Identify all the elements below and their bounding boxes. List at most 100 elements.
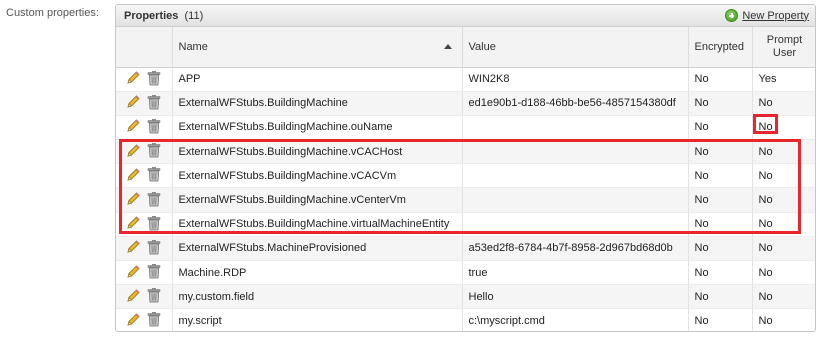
cell-encrypted: No: [688, 212, 753, 237]
table-row: my.script c:\myscript.cmd No No: [116, 308, 815, 331]
row-actions: [116, 284, 173, 310]
row-actions: [116, 139, 173, 165]
cell-name: ExternalWFStubs.BuildingMachine: [172, 91, 463, 116]
cell-encrypted: No: [688, 115, 753, 141]
trash-icon[interactable]: [147, 118, 161, 137]
panel-title: Properties (11): [124, 10, 203, 22]
cell-prompt-user: No: [752, 260, 815, 286]
cell-prompt-user: No: [752, 284, 815, 310]
pencil-icon[interactable]: [126, 118, 141, 136]
cell-value: [462, 139, 689, 165]
row-actions: [116, 308, 173, 331]
cell-prompt-user: Yes: [752, 67, 815, 92]
cell-name: my.script: [172, 308, 463, 331]
row-actions: [116, 115, 173, 141]
properties-panel: Properties (11) New Property Name Value: [115, 4, 816, 332]
cell-prompt-user: No: [752, 139, 815, 165]
custom-properties-label: Custom properties:: [6, 7, 99, 19]
cell-prompt-user: No: [752, 91, 815, 116]
trash-icon[interactable]: [147, 94, 161, 113]
panel-title-text: Properties: [124, 10, 179, 22]
cell-name: ExternalWFStubs.BuildingMachine.vCACVm: [172, 163, 463, 189]
row-actions: [116, 187, 173, 213]
pencil-icon[interactable]: [126, 288, 141, 306]
table-row: Machine.RDP true No No: [116, 260, 815, 286]
row-actions: [116, 91, 173, 116]
cell-prompt-user: No: [752, 115, 815, 141]
trash-icon[interactable]: [147, 287, 161, 306]
cell-encrypted: No: [688, 236, 753, 262]
column-header-encrypted[interactable]: Encrypted: [688, 27, 753, 68]
column-header-name-label: Name: [178, 40, 208, 53]
cell-prompt-user: No: [752, 212, 815, 237]
cell-encrypted: No: [688, 284, 753, 310]
row-actions: [116, 236, 173, 262]
new-property-label[interactable]: New Property: [742, 10, 809, 22]
table-row: my.custom.field Hello No No: [116, 284, 815, 310]
plus-circle-icon: [725, 9, 739, 22]
cell-value: [462, 187, 689, 213]
cell-value: WIN2K8: [462, 67, 689, 92]
table-row: ExternalWFStubs.BuildingMachine.vCACHost…: [116, 139, 815, 165]
pencil-icon[interactable]: [126, 143, 141, 161]
cell-encrypted: No: [688, 91, 753, 116]
trash-icon[interactable]: [147, 142, 161, 161]
property-count: (11): [184, 10, 204, 22]
trash-icon[interactable]: [147, 263, 161, 282]
pencil-icon[interactable]: [126, 239, 141, 257]
cell-name: Machine.RDP: [172, 260, 463, 286]
row-actions: [116, 67, 173, 92]
trash-icon[interactable]: [147, 311, 161, 330]
cell-prompt-user: No: [752, 308, 815, 331]
cell-value: true: [462, 260, 689, 286]
table-row: ExternalWFStubs.BuildingMachine.virtualM…: [116, 212, 815, 237]
cell-value: ed1e90b1-d188-46bb-be56-4857154380df: [462, 91, 689, 116]
cell-name: ExternalWFStubs.BuildingMachine.vCenterV…: [172, 187, 463, 213]
table-row: ExternalWFStubs.BuildingMachine.ouName N…: [116, 115, 815, 141]
table-header-row: Name Value Encrypted Prompt User: [116, 27, 815, 68]
cell-name: ExternalWFStubs.BuildingMachine.virtualM…: [172, 212, 463, 237]
table-row: APP WIN2K8 No Yes: [116, 67, 815, 92]
cell-name: ExternalWFStubs.BuildingMachine.vCACHost: [172, 139, 463, 165]
new-property-button[interactable]: New Property: [725, 9, 809, 22]
cell-name: my.custom.field: [172, 284, 463, 310]
pencil-icon[interactable]: [126, 264, 141, 282]
pencil-icon[interactable]: [126, 70, 141, 88]
cell-value: [462, 163, 689, 189]
properties-table: Name Value Encrypted Prompt User APP WIN…: [116, 27, 815, 331]
table-row: ExternalWFStubs.BuildingMachine.vCenterV…: [116, 187, 815, 213]
row-actions: [116, 260, 173, 286]
cell-name: ExternalWFStubs.BuildingMachine.ouName: [172, 115, 463, 141]
pencil-icon[interactable]: [126, 191, 141, 209]
trash-icon[interactable]: [147, 70, 161, 89]
properties-table-body: APP WIN2K8 No Yes ExternalWFStubs.Buildi…: [116, 67, 815, 331]
cell-encrypted: No: [688, 187, 753, 213]
cell-encrypted: No: [688, 67, 753, 92]
properties-panel-header: Properties (11) New Property: [116, 5, 815, 27]
trash-icon[interactable]: [147, 166, 161, 185]
pencil-icon[interactable]: [126, 215, 141, 233]
column-header-name[interactable]: Name: [172, 27, 463, 68]
pencil-icon[interactable]: [126, 94, 141, 112]
table-row: ExternalWFStubs.MachineProvisioned a53ed…: [116, 236, 815, 262]
column-header-prompt-user[interactable]: Prompt User: [752, 27, 815, 68]
table-row: ExternalWFStubs.BuildingMachine.vCACVm N…: [116, 163, 815, 189]
trash-icon[interactable]: [147, 191, 161, 210]
cell-value: c:\myscript.cmd: [462, 308, 689, 331]
row-actions: [116, 163, 173, 189]
pencil-icon[interactable]: [126, 312, 141, 330]
pencil-icon[interactable]: [126, 167, 141, 185]
cell-prompt-user: No: [752, 236, 815, 262]
cell-encrypted: No: [688, 260, 753, 286]
cell-encrypted: No: [688, 308, 753, 331]
cell-name: APP: [172, 67, 463, 92]
sort-ascending-icon: [443, 44, 452, 49]
trash-icon[interactable]: [147, 215, 161, 234]
table-row: ExternalWFStubs.BuildingMachine ed1e90b1…: [116, 91, 815, 116]
cell-encrypted: No: [688, 163, 753, 189]
cell-value: [462, 212, 689, 237]
column-header-value[interactable]: Value: [462, 27, 689, 68]
cell-name: ExternalWFStubs.MachineProvisioned: [172, 236, 463, 262]
cell-value: Hello: [462, 284, 689, 310]
trash-icon[interactable]: [147, 239, 161, 258]
